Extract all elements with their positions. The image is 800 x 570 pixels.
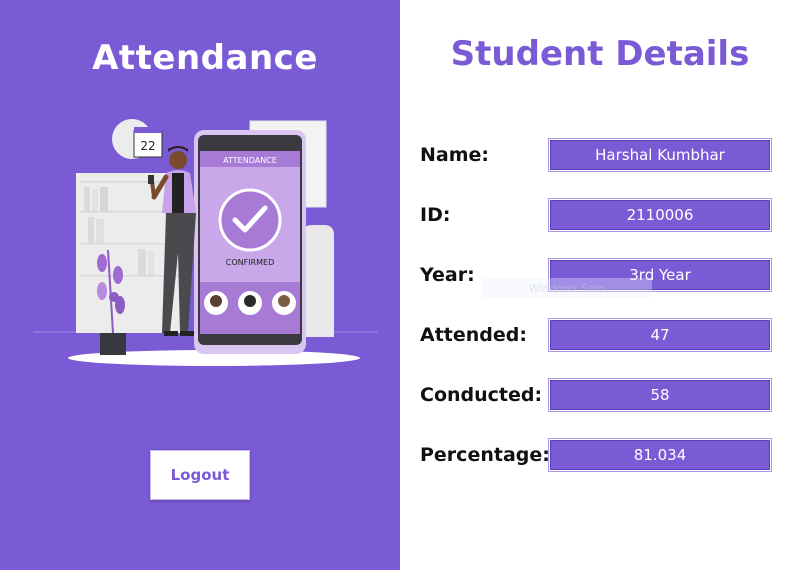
conducted-value: 58 — [548, 378, 772, 412]
logout-button[interactable]: Logout — [150, 450, 250, 500]
percentage-row: Percentage: 81.034 — [420, 438, 780, 472]
name-row: Name: Harshal Kumbhar — [420, 138, 780, 172]
snip-overlay: Windows Snip — [482, 278, 652, 298]
name-value: Harshal Kumbhar — [548, 138, 772, 172]
calendar-icon: 22 — [112, 119, 163, 159]
left-panel: Attendance 22 ATTENDANCE CONFIRMED Logou… — [0, 0, 400, 570]
attended-label: Attended: — [420, 324, 527, 346]
svg-text:22: 22 — [140, 139, 155, 153]
id-value: 2110006 — [548, 198, 772, 232]
student-details-title: Student Details — [450, 34, 750, 74]
attended-row: Attended: 47 — [420, 318, 780, 352]
phone-icon: ATTENDANCE CONFIRMED — [194, 130, 306, 354]
right-panel: Student Details Name: Harshal Kumbhar ID… — [400, 0, 800, 570]
id-row: ID: 2110006 — [420, 198, 780, 232]
attended-value: 47 — [548, 318, 772, 352]
attendance-title: Attendance — [92, 38, 318, 78]
svg-text:ATTENDANCE: ATTENDANCE — [223, 156, 277, 165]
conducted-row: Conducted: 58 — [420, 378, 780, 412]
id-label: ID: — [420, 204, 451, 226]
svg-text:CONFIRMED: CONFIRMED — [226, 258, 275, 267]
name-label: Name: — [420, 144, 490, 166]
attendance-illustration: 22 ATTENDANCE CONFIRMED — [33, 119, 378, 366]
percentage-value: 81.034 — [548, 438, 772, 472]
conducted-label: Conducted: — [420, 384, 543, 406]
year-label: Year: — [420, 264, 475, 286]
percentage-label: Percentage: — [420, 444, 550, 466]
